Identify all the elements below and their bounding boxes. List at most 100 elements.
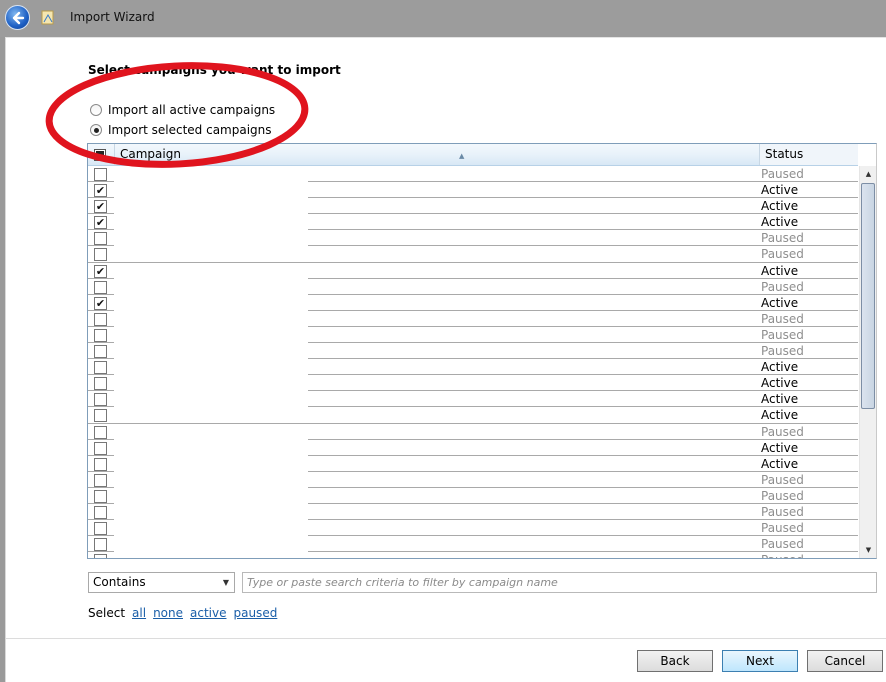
status-cell: Active — [761, 392, 799, 407]
status-cell: Active — [761, 376, 799, 391]
select-all-checkbox[interactable] — [94, 149, 106, 161]
table-row[interactable]: Active — [88, 391, 858, 408]
table-row[interactable]: Active — [88, 407, 858, 424]
row-checkbox[interactable] — [94, 248, 107, 262]
campaign-name-cell — [114, 391, 308, 408]
row-checkbox[interactable] — [94, 409, 107, 423]
row-checkbox[interactable] — [94, 522, 107, 536]
sort-ascending-icon: ▲ — [459, 152, 465, 160]
row-checkbox[interactable]: ✔ — [94, 216, 107, 230]
table-row[interactable]: ✔ Active — [88, 262, 858, 279]
select-none-link[interactable]: none — [153, 606, 183, 620]
table-row[interactable]: Paused — [88, 536, 858, 553]
status-cell: Paused — [761, 504, 804, 519]
scroll-down-icon[interactable]: ▼ — [860, 542, 876, 558]
campaign-name-cell — [114, 471, 308, 488]
table-row[interactable]: Paused — [88, 423, 858, 440]
row-checkbox[interactable] — [94, 473, 107, 487]
table-row[interactable]: Paused — [88, 278, 858, 295]
title-bar: Import Wizard — [0, 0, 886, 37]
radio-label: Import all active campaigns — [108, 103, 276, 117]
status-cell: Active — [761, 440, 799, 455]
row-checkbox[interactable]: ✔ — [94, 264, 107, 278]
campaign-name-cell — [114, 326, 308, 343]
table-row[interactable]: Active — [88, 375, 858, 392]
campaign-name-cell — [114, 310, 308, 327]
campaign-name-cell — [114, 375, 308, 392]
row-checkbox[interactable] — [94, 425, 107, 439]
campaign-name-cell — [114, 407, 308, 424]
row-checkbox[interactable] — [94, 393, 107, 407]
table-row[interactable]: Paused — [88, 503, 858, 521]
back-nav-button[interactable] — [5, 5, 30, 30]
status-cell: Paused — [761, 279, 804, 294]
campaign-name-cell — [114, 294, 308, 311]
row-checkbox[interactable] — [94, 441, 107, 455]
row-checkbox[interactable] — [94, 457, 107, 471]
row-checkbox[interactable] — [94, 232, 107, 246]
next-button[interactable]: Next — [722, 650, 798, 672]
scrollbar-thumb[interactable] — [861, 183, 875, 409]
status-cell: Paused — [759, 552, 849, 558]
table-row[interactable]: Active — [88, 455, 858, 472]
radio-import-all[interactable]: Import all active campaigns — [90, 103, 275, 117]
table-row[interactable]: ✔ Active — [88, 198, 858, 215]
row-checkbox[interactable] — [94, 361, 107, 375]
grid-header: Campaign ▲ Status — [88, 144, 858, 166]
table-row[interactable]: Paused — [88, 520, 858, 537]
row-checkbox[interactable] — [94, 377, 107, 391]
status-cell: Paused — [761, 472, 804, 487]
select-paused-link[interactable]: paused — [233, 606, 277, 620]
wizard-app-icon — [41, 10, 54, 25]
row-checkbox[interactable] — [94, 168, 107, 181]
row-checkbox[interactable] — [94, 312, 107, 326]
select-all-link[interactable]: all — [132, 606, 146, 620]
row-checkbox[interactable] — [94, 345, 107, 359]
status-cell: Active — [761, 360, 799, 375]
table-row[interactable]: Paused — [88, 310, 858, 327]
status-cell: Active — [761, 263, 799, 278]
row-checkbox[interactable] — [94, 538, 107, 552]
page-heading: Select campaigns you want to import — [88, 63, 341, 77]
table-row[interactable]: Active — [88, 359, 858, 376]
scroll-up-icon[interactable]: ▲ — [860, 166, 876, 182]
cancel-button[interactable]: Cancel — [807, 650, 883, 672]
table-row[interactable]: Paused — [88, 552, 858, 558]
row-checkbox[interactable]: ✔ — [94, 200, 107, 214]
back-button[interactable]: Back — [637, 650, 713, 672]
row-checkbox[interactable] — [94, 280, 107, 294]
campaign-name-cell — [114, 520, 308, 537]
radio-button[interactable] — [90, 104, 102, 116]
status-cell: Paused — [761, 521, 804, 536]
column-header-campaign[interactable]: Campaign ▲ — [114, 144, 759, 165]
campaign-grid: Campaign ▲ Status Paused ✔ Active ✔ Active ✔ A… — [87, 143, 877, 559]
table-row[interactable]: ✔ Active — [88, 214, 858, 231]
table-row[interactable]: ✔ Active — [88, 182, 858, 199]
radio-button[interactable] — [90, 124, 102, 136]
table-row[interactable]: Paused — [88, 166, 858, 183]
table-row[interactable]: Paused — [88, 487, 858, 504]
wizard-content: Select campaigns you want to import Impo… — [5, 37, 886, 682]
table-row[interactable]: Active — [88, 439, 858, 456]
campaign-filter-input[interactable]: Type or paste search criteria to filter … — [242, 572, 877, 593]
row-checkbox[interactable]: ✔ — [94, 296, 107, 310]
row-checkbox[interactable]: ✔ — [94, 184, 107, 198]
select-active-link[interactable]: active — [190, 606, 226, 620]
filter-mode-dropdown[interactable]: Contains ▼ — [88, 572, 235, 593]
table-row[interactable]: ✔ Active — [88, 294, 858, 311]
table-row[interactable]: Paused — [88, 326, 858, 344]
column-header-status[interactable]: Status — [759, 144, 858, 165]
table-row[interactable]: Paused — [88, 246, 858, 263]
row-checkbox[interactable] — [94, 489, 107, 503]
campaign-name-cell — [114, 503, 308, 520]
vertical-scrollbar[interactable]: ▲ ▼ — [859, 166, 876, 558]
radio-import-selected[interactable]: Import selected campaigns — [90, 123, 272, 137]
table-row[interactable]: Paused — [88, 471, 858, 488]
table-row[interactable]: Paused — [88, 343, 858, 360]
row-checkbox[interactable] — [94, 505, 107, 519]
row-checkbox[interactable] — [94, 554, 107, 558]
table-row[interactable]: Paused — [88, 230, 858, 247]
campaign-name-cell — [114, 278, 308, 295]
row-checkbox[interactable] — [94, 328, 107, 342]
campaign-name-cell — [114, 343, 308, 360]
